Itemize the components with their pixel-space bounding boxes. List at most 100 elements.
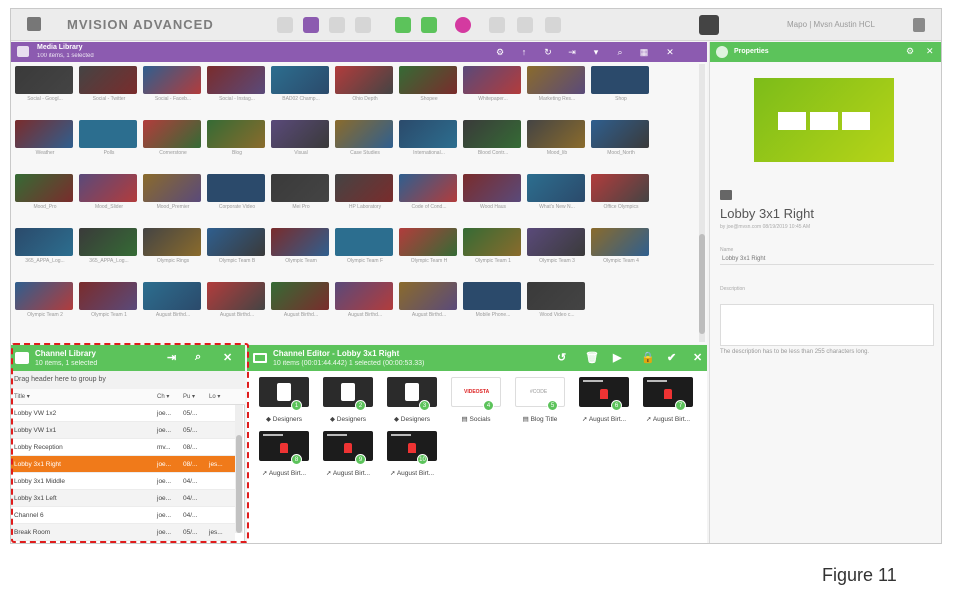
media-thumbnail[interactable]: Mobile Phone... (463, 282, 523, 322)
media-thumbnail[interactable]: Olympic Team (271, 228, 331, 268)
tool-icon[interactable] (545, 17, 561, 33)
media-thumbnail[interactable]: August Birthd... (335, 282, 395, 322)
media-thumbnail[interactable]: Olympic Rings (143, 228, 203, 268)
tool-icon[interactable] (517, 17, 533, 33)
media-thumbnail[interactable]: Ohio Depth (335, 66, 395, 106)
media-thumbnail[interactable]: Olympic Team 4 (591, 228, 651, 268)
media-thumbnail[interactable]: Wood Haus (463, 174, 523, 214)
column-title[interactable]: Title ▾ (14, 393, 30, 400)
media-thumbnail[interactable]: Mood_Pro (15, 174, 75, 214)
playlist-item[interactable]: #CODE 5 ▤ Blog Title (509, 377, 571, 423)
playlist-item[interactable]: 7 ➚ August Birt... (637, 377, 699, 423)
media-thumbnail[interactable]: Olympic Team 1 (463, 228, 523, 268)
column-published[interactable]: Pu ▾ (183, 393, 195, 400)
media-thumbnail[interactable]: Olympic Team 2 (15, 282, 75, 322)
history-icon[interactable]: ↺ (557, 351, 566, 364)
upload-icon[interactable]: ↑ (519, 47, 529, 57)
media-thumbnail[interactable]: August Birthd... (207, 282, 267, 322)
table-row[interactable]: Lobby 3x1 Right joe... 08/... jes... (11, 456, 235, 473)
playlist-item[interactable]: 2 ◆ Designers (317, 377, 379, 423)
playlist-item[interactable]: 10 ➚ August Birt... (381, 431, 443, 477)
export-icon[interactable]: ⇥ (167, 351, 176, 364)
column-channel[interactable]: Ch ▾ (157, 393, 169, 400)
tool-icon[interactable] (277, 17, 293, 33)
media-thumbnail[interactable]: Mei Pro (271, 174, 331, 214)
media-thumbnail[interactable]: Wood Video c... (527, 282, 587, 322)
media-thumbnail[interactable]: Mood_North (591, 120, 651, 160)
avatar[interactable] (699, 15, 719, 35)
media-thumbnail[interactable]: Shopee (399, 66, 459, 106)
grid-view-icon[interactable]: ▦ (639, 47, 649, 57)
table-row[interactable]: Break Room joe... 05/... jes... (11, 524, 235, 541)
media-thumbnail[interactable]: Polls (79, 120, 139, 160)
media-thumbnail[interactable]: Olympic Team H (399, 228, 459, 268)
media-thumbnail[interactable]: BAD02 Champ... (271, 66, 331, 106)
folder-icon[interactable] (395, 17, 411, 33)
user-info[interactable]: Mapo | Mvsn Austin HCL (787, 20, 875, 29)
media-scrollbar[interactable] (699, 64, 705, 342)
playlist-item[interactable]: 8 ➚ August Birt... (253, 431, 315, 477)
description-field[interactable] (720, 304, 934, 346)
media-thumbnail[interactable]: Case Studies (335, 120, 395, 160)
close-icon[interactable]: ✕ (665, 47, 675, 57)
media-thumbnail[interactable]: Social - Googl... (15, 66, 75, 106)
export-icon[interactable]: ⇥ (567, 47, 577, 57)
settings-icon[interactable]: ⚙ (495, 47, 505, 57)
close-icon[interactable]: ✕ (926, 46, 934, 57)
media-thumbnail[interactable]: Marketing Res... (527, 66, 587, 106)
channel-icon[interactable] (421, 17, 437, 33)
media-thumbnail[interactable]: Shop (591, 66, 651, 106)
channel-list-scrollbar[interactable] (235, 405, 243, 533)
media-thumbnail[interactable]: 365_APPA_Log... (15, 228, 75, 268)
play-icon[interactable]: ▶ (613, 351, 621, 364)
media-thumbnail[interactable]: Olympic Team F (335, 228, 395, 268)
media-thumbnail[interactable]: Visual (271, 120, 331, 160)
media-thumbnail[interactable]: Cornerstone (143, 120, 203, 160)
tool-icon[interactable] (489, 17, 505, 33)
group-by-bar[interactable]: Drag header here to group by (11, 371, 245, 389)
table-row[interactable]: Channel 6 joe... 04/... (11, 507, 235, 524)
playlist-item[interactable]: 6 ➚ August Birt... (573, 377, 635, 423)
media-thumbnail[interactable]: 365_APPA_Log... (79, 228, 139, 268)
name-field[interactable]: Lobby 3x1 Right (720, 254, 934, 265)
media-thumbnail[interactable]: Blood Contr... (463, 120, 523, 160)
playlist-item[interactable]: 1 ◆ Designers (253, 377, 315, 423)
media-thumbnail[interactable]: Social - Twitter (79, 66, 139, 106)
more-icon[interactable] (913, 18, 925, 32)
media-thumbnail[interactable]: What's New N... (527, 174, 587, 214)
play-icon[interactable] (455, 17, 471, 33)
pin-icon[interactable]: ▾ (591, 47, 601, 57)
search-icon[interactable]: ⌕ (195, 351, 201, 364)
media-thumbnail[interactable]: August Birthd... (271, 282, 331, 322)
media-thumbnail[interactable]: August Birthd... (399, 282, 459, 322)
tool-icon[interactable] (329, 17, 345, 33)
table-row[interactable]: Lobby VW 1x1 joe... 05/... (11, 422, 235, 439)
table-row[interactable]: Lobby VW 1x2 joe... 05/... (11, 405, 235, 422)
media-thumbnail[interactable]: Weather (15, 120, 75, 160)
lock-icon[interactable]: 🔒 (641, 351, 655, 364)
media-thumbnail[interactable]: Whitepaper... (463, 66, 523, 106)
settings-icon[interactable]: ⚙ (906, 46, 914, 57)
save-icon[interactable]: ✔ (667, 351, 676, 364)
playlist-item[interactable]: 3 ◆ Designers (381, 377, 443, 423)
media-thumbnail[interactable]: Olympic Team B (207, 228, 267, 268)
menu-icon[interactable] (27, 17, 41, 31)
column-locked[interactable]: Lo ▾ (209, 393, 220, 400)
media-thumbnail[interactable]: Social - Faceb... (143, 66, 203, 106)
media-thumbnail[interactable]: Mood_Premier (143, 174, 203, 214)
media-thumbnail[interactable]: Mood_Slider (79, 174, 139, 214)
media-thumbnail[interactable]: Corporate Video (207, 174, 267, 214)
media-thumbnail[interactable]: International... (399, 120, 459, 160)
playlist-item[interactable]: VIDEOSTA 4 ▤ Socials (445, 377, 507, 423)
media-thumbnail[interactable]: Olympic Team 1 (79, 282, 139, 322)
playlist-item[interactable]: 9 ➚ August Birt... (317, 431, 379, 477)
close-icon[interactable]: ✕ (223, 351, 232, 364)
search-icon[interactable]: ⌕ (615, 47, 625, 57)
delete-icon[interactable]: 🗑 (585, 351, 599, 364)
media-thumbnail[interactable]: August Birthd... (143, 282, 203, 322)
close-icon[interactable]: ✕ (693, 351, 702, 364)
refresh-icon[interactable]: ↻ (543, 47, 553, 57)
media-thumbnail[interactable]: Mood_lib (527, 120, 587, 160)
table-row[interactable]: Lobby 3x1 Left joe... 04/... (11, 490, 235, 507)
media-thumbnail[interactable]: Office Olympics (591, 174, 651, 214)
